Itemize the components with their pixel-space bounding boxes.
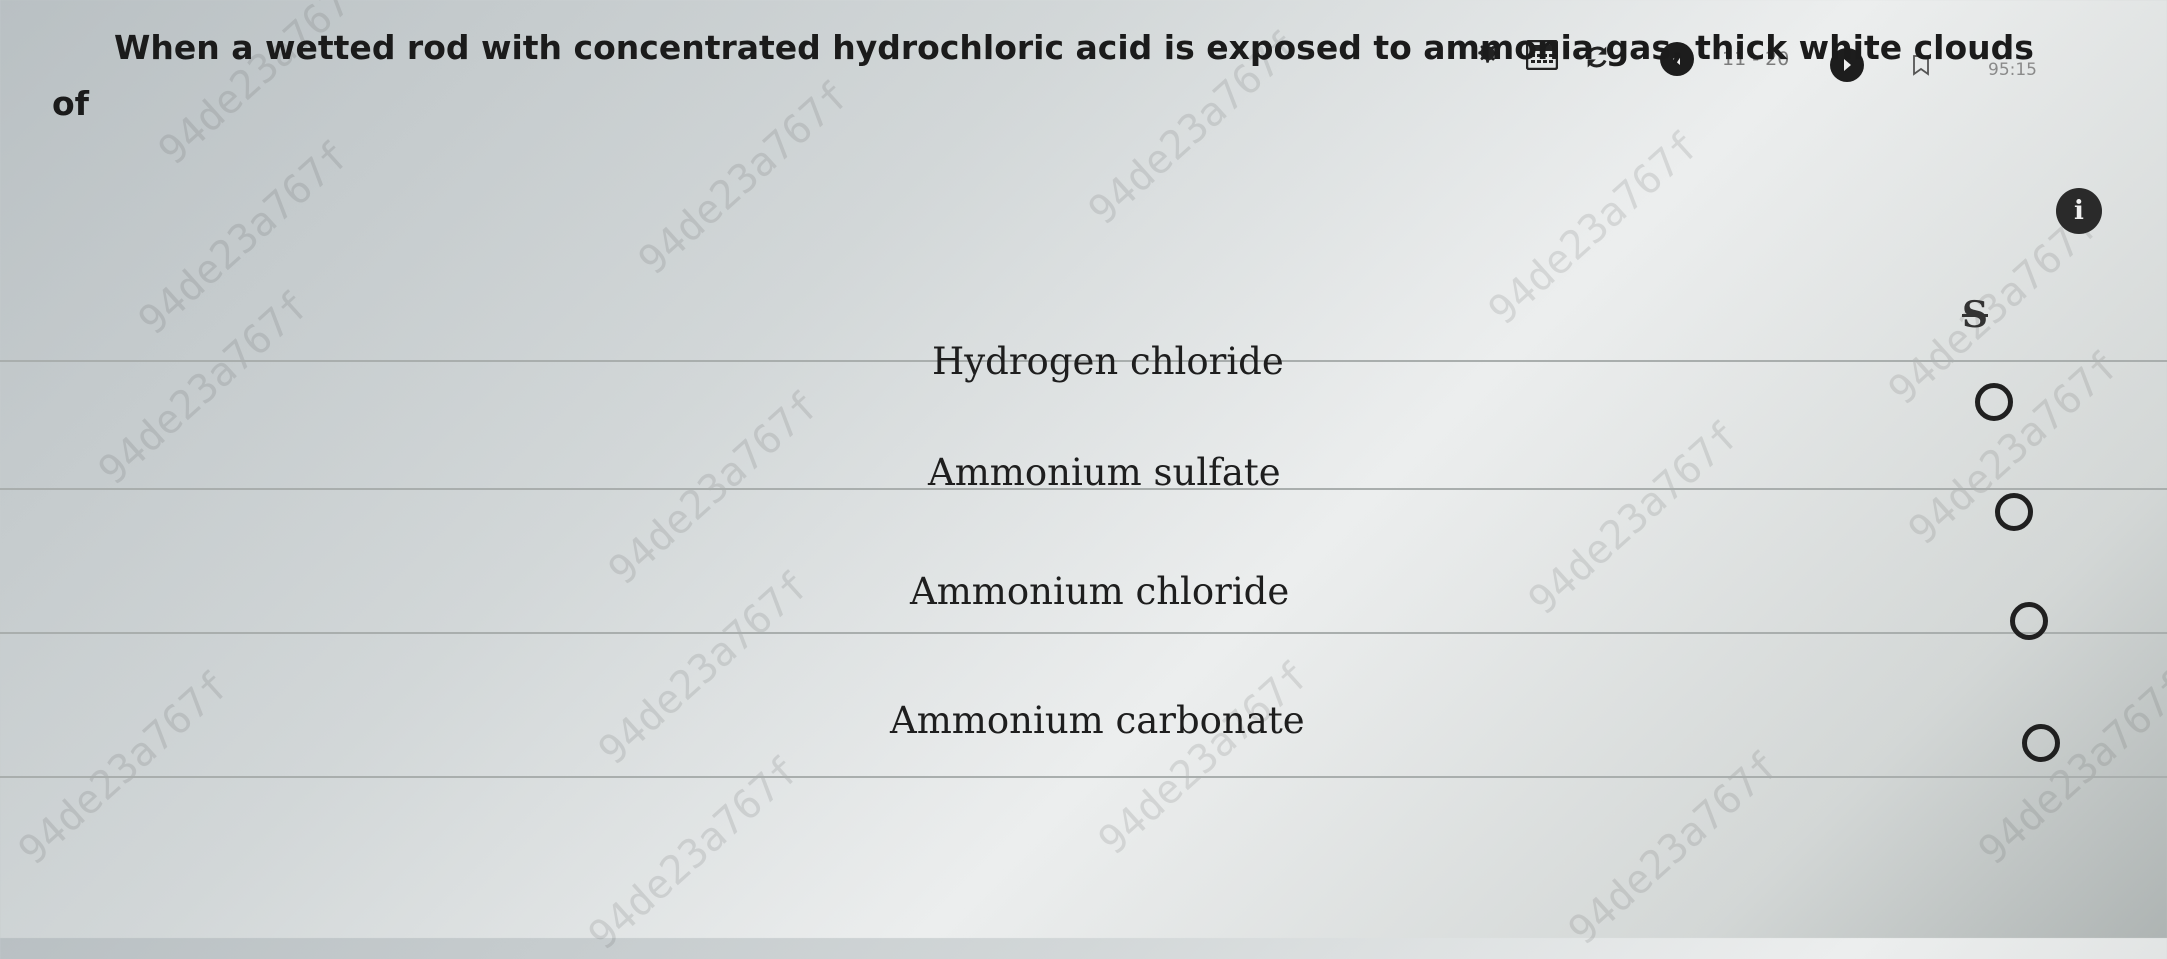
- answer-option-label: Ammonium carbonate: [890, 698, 1305, 742]
- watermark-text: 94de23a767f: [1560, 742, 1788, 955]
- answer-option-a[interactable]: Hydrogen chloride: [932, 325, 2112, 397]
- option-divider: [0, 632, 2167, 634]
- info-button[interactable]: i: [2056, 188, 2102, 234]
- answer-option-d[interactable]: Ammonium carbonate: [890, 684, 2070, 756]
- watermark-text: 94de23a767f: [580, 747, 808, 959]
- answer-option-b[interactable]: Ammonium sulfate: [928, 436, 2108, 508]
- question-text-line1: When a wetted rod with concentrated hydr…: [114, 28, 2034, 67]
- radio-option-b[interactable]: [1995, 493, 2033, 531]
- radio-option-c[interactable]: [2010, 602, 2048, 640]
- watermark-text: 94de23a767f: [10, 662, 238, 875]
- watermark-text: 94de23a767f: [1480, 122, 1708, 335]
- answer-option-label: Ammonium sulfate: [928, 450, 1281, 494]
- answer-option-label: Ammonium chloride: [910, 569, 1290, 613]
- watermark-text: 94de23a767f: [130, 132, 358, 345]
- radio-option-d[interactable]: [2022, 724, 2060, 762]
- watermark-text: 94de23a767f: [90, 282, 318, 495]
- option-divider: [0, 776, 2167, 778]
- watermark-text: 94de23a767f: [590, 562, 818, 775]
- answer-option-label: Hydrogen chloride: [932, 339, 1284, 383]
- radio-option-a[interactable]: [1975, 383, 2013, 421]
- question-text-line2: of: [52, 84, 90, 123]
- watermark-text: 94de23a767f: [630, 72, 858, 285]
- answer-option-c[interactable]: Ammonium chloride: [910, 555, 2090, 627]
